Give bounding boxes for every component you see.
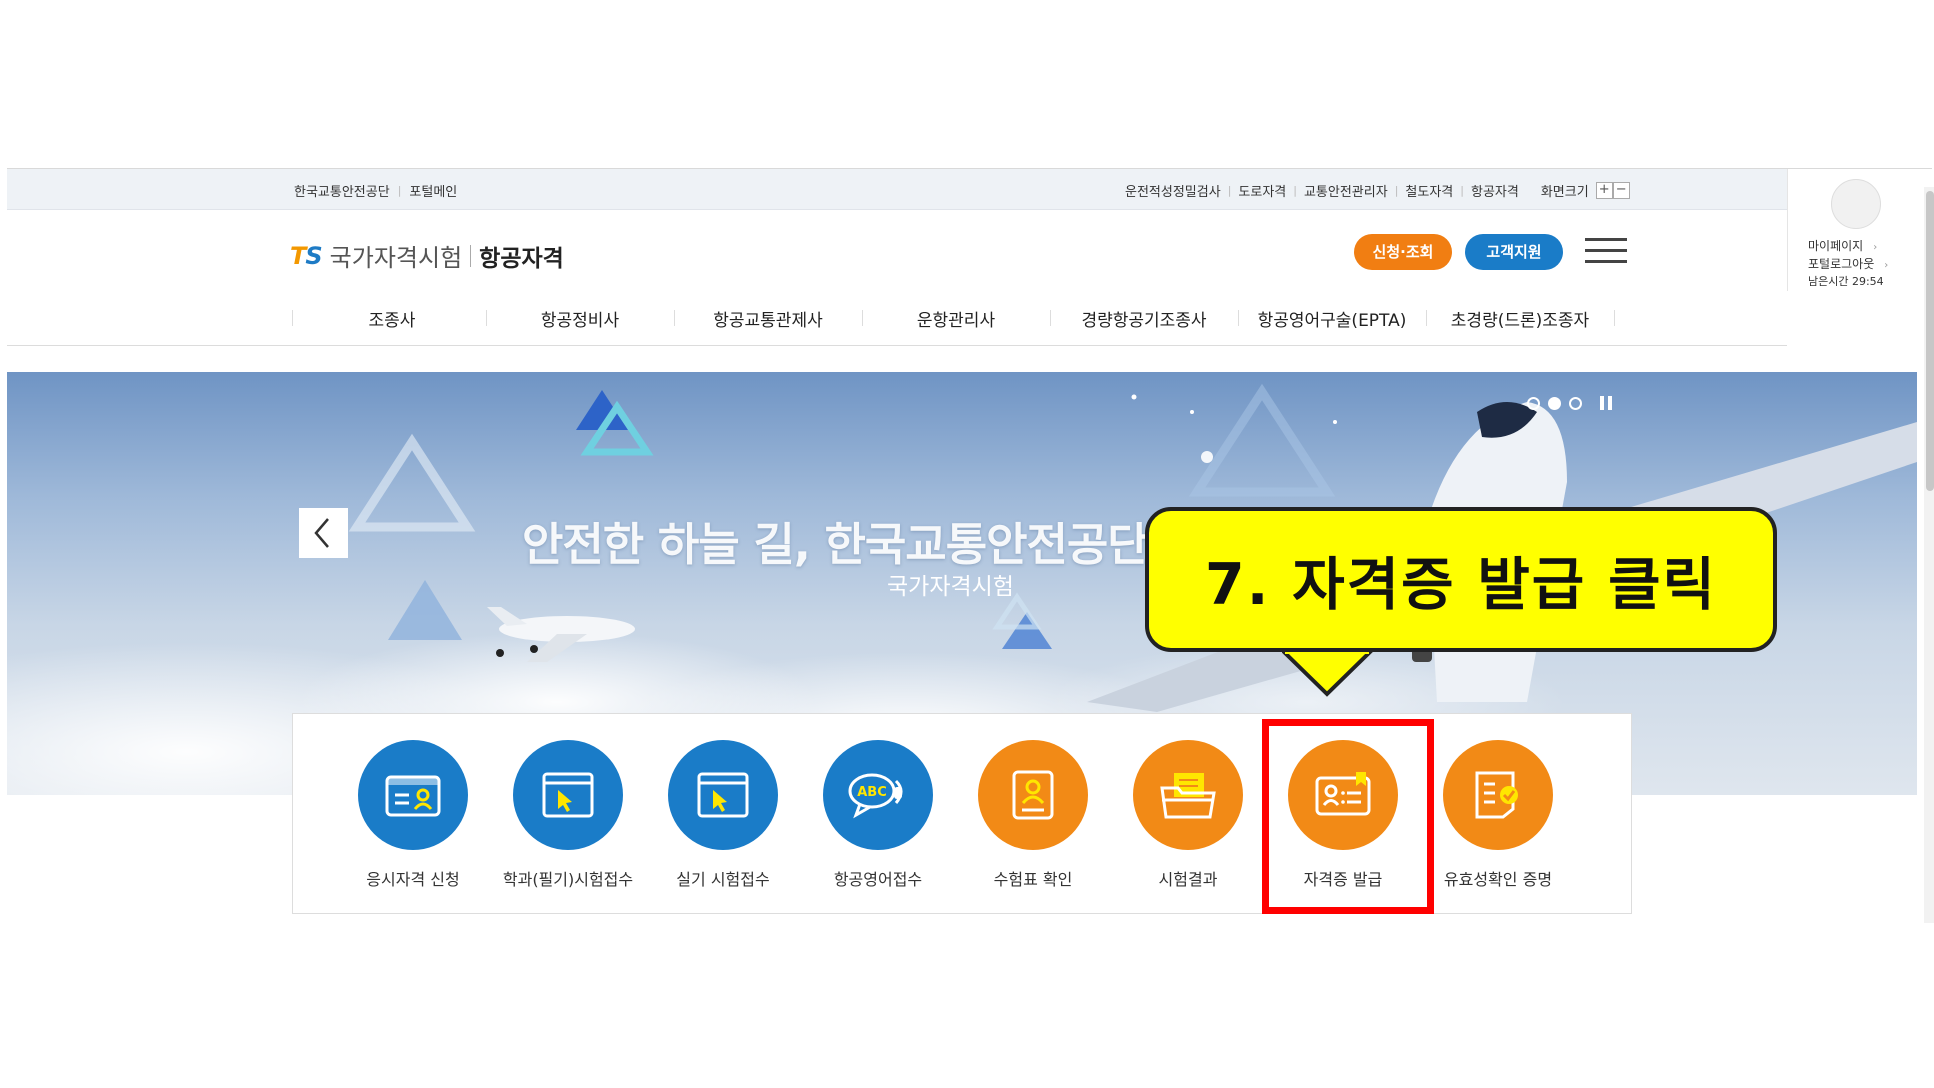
separator: | xyxy=(1460,184,1464,197)
quick-item-label: 유효성확인 증명 xyxy=(1443,870,1553,889)
nav-drone-pilot[interactable]: 초경량(드론)조종자 xyxy=(1426,306,1614,331)
logo-subtitle: 항공자격 xyxy=(479,245,564,272)
svg-text:ABC: ABC xyxy=(857,785,887,800)
avatar xyxy=(1831,179,1881,229)
nav-mechanic[interactable]: 항공정비사 xyxy=(486,306,674,331)
link-kotsa[interactable]: 한국교통안전공단 xyxy=(294,181,390,200)
quick-item-label: 수험표 확인 xyxy=(993,870,1073,889)
page-scrollbar[interactable] xyxy=(1924,187,1934,923)
hero-subtitle: 국가자격시험 xyxy=(887,574,1014,600)
quick-item-admission-ticket[interactable]: 수험표 확인 xyxy=(958,740,1108,890)
quick-item-exam-results[interactable]: 시험결과 xyxy=(1113,740,1263,890)
id-card-icon xyxy=(358,740,468,850)
link-road-qualification[interactable]: 도로자격 xyxy=(1238,181,1286,200)
pause-icon[interactable] xyxy=(1600,396,1614,410)
chevron-right-icon: › xyxy=(1884,260,1889,271)
utility-right-links: 운전적성정밀검사 | 도로자격 | 교통안전관리자 | 철도자격 | 항공자격 … xyxy=(1125,181,1630,200)
zoom-in-button[interactable]: + xyxy=(1595,182,1613,199)
callout-pointer xyxy=(1282,648,1377,697)
nav-epta[interactable]: 항공영어구술(EPTA) xyxy=(1238,306,1426,331)
link-aviation-qualification[interactable]: 항공자격 xyxy=(1471,181,1519,200)
utility-bar: 한국교통안전공단 | 포털메인 운전적성정밀검사 | 도로자격 | 교통안전관리… xyxy=(7,169,1787,210)
zoom-out-button[interactable]: − xyxy=(1612,182,1630,199)
quick-item-validity-certificate[interactable]: 유효성확인 증명 xyxy=(1423,740,1573,890)
quick-item-aviation-english-registration[interactable]: ABC 항공영어접수 xyxy=(803,740,953,890)
prev-slide-button[interactable] xyxy=(299,508,348,558)
scrollbar-thumb[interactable] xyxy=(1926,191,1934,491)
logo-divider xyxy=(470,244,472,267)
slide-indicator xyxy=(1527,396,1614,410)
hamburger-icon[interactable] xyxy=(1585,238,1627,264)
site-header: TS 국가자격시험 항공자격 신청·조회 고객지원 xyxy=(7,210,1787,292)
customer-support-button[interactable]: 고객지원 xyxy=(1465,234,1563,270)
window-cursor-icon xyxy=(668,740,778,850)
highlight-box xyxy=(1262,719,1434,914)
quick-item-practical-exam-registration[interactable]: 실기 시험접수 xyxy=(648,740,798,890)
link-traffic-safety-manager[interactable]: 교통안전관리자 xyxy=(1304,181,1388,200)
nav-pilot[interactable]: 조종사 xyxy=(298,306,486,331)
chevron-left-icon xyxy=(314,518,329,548)
quick-item-label: 응시자격 신청 xyxy=(366,870,460,889)
abc-speech-icon: ABC xyxy=(823,740,933,850)
callout-text: 7. 자격증 발급 클릭 xyxy=(1205,552,1717,618)
folder-docs-icon xyxy=(1133,740,1243,850)
slide-dot-3[interactable] xyxy=(1569,396,1582,410)
separator: | xyxy=(1227,184,1232,197)
chevron-right-icon: › xyxy=(1873,242,1878,253)
nav-light-aircraft-pilot[interactable]: 경량항공기조종사 xyxy=(1050,306,1238,331)
mypage-link[interactable]: 마이페이지 › xyxy=(1808,237,1877,254)
nav-separator xyxy=(292,310,293,326)
ts-logo-mark: TS xyxy=(290,241,323,270)
logout-label: 포털로그아웃 xyxy=(1808,257,1875,271)
user-side-panel: 마이페이지 › 포털로그아웃 › 남은시간 29:54 xyxy=(1787,169,1923,291)
separator: | xyxy=(397,184,402,197)
separator: | xyxy=(1293,184,1297,197)
document-check-icon xyxy=(1443,740,1553,850)
instruction-callout: 7. 자격증 발급 클릭 xyxy=(1145,507,1777,652)
quick-item-eligibility-application[interactable]: 응시자격 신청 xyxy=(338,740,488,890)
ticket-person-icon xyxy=(978,740,1088,850)
nav-separator xyxy=(1614,310,1615,326)
slide-dot-2[interactable] xyxy=(1548,396,1561,410)
logo-title: 국가자격시험 xyxy=(329,244,463,272)
link-portal-main[interactable]: 포털메인 xyxy=(409,181,457,200)
quick-item-label: 시험결과 xyxy=(1158,870,1218,889)
apply-inquiry-button[interactable]: 신청·조회 xyxy=(1354,234,1452,270)
mypage-label: 마이페이지 xyxy=(1808,239,1864,253)
window-cursor-icon xyxy=(513,740,623,850)
logout-link[interactable]: 포털로그아웃 › xyxy=(1808,255,1888,272)
quick-item-label: 실기 시험접수 xyxy=(676,870,770,889)
logo-letter-t: T xyxy=(290,241,306,270)
slide-dot-1[interactable] xyxy=(1527,396,1540,410)
site-logo[interactable]: TS 국가자격시험 항공자격 xyxy=(290,238,564,273)
main-navigation: 조종사 항공정비사 항공교통관제사 운항관리사 경량항공기조종사 항공영어구술(… xyxy=(7,291,1787,346)
nav-flight-dispatcher[interactable]: 운항관리사 xyxy=(862,306,1050,331)
quick-item-written-exam-registration[interactable]: 학과(필기)시험접수 xyxy=(493,740,643,890)
link-railway-qualification[interactable]: 철도자격 xyxy=(1405,181,1453,200)
session-timer: 남은시간 29:54 xyxy=(1808,275,1884,288)
quick-item-label: 항공영어접수 xyxy=(833,870,923,889)
separator: | xyxy=(1394,184,1399,197)
quick-item-label: 학과(필기)시험접수 xyxy=(502,870,634,889)
logo-letter-s: S xyxy=(305,241,322,270)
zoom-label: 화면크기 xyxy=(1540,185,1589,200)
nav-air-traffic-controller[interactable]: 항공교통관제사 xyxy=(674,306,862,331)
link-driving-aptitude[interactable]: 운전적성정밀검사 xyxy=(1125,181,1221,200)
utility-left-links: 한국교통안전공단 | 포털메인 xyxy=(294,181,457,200)
